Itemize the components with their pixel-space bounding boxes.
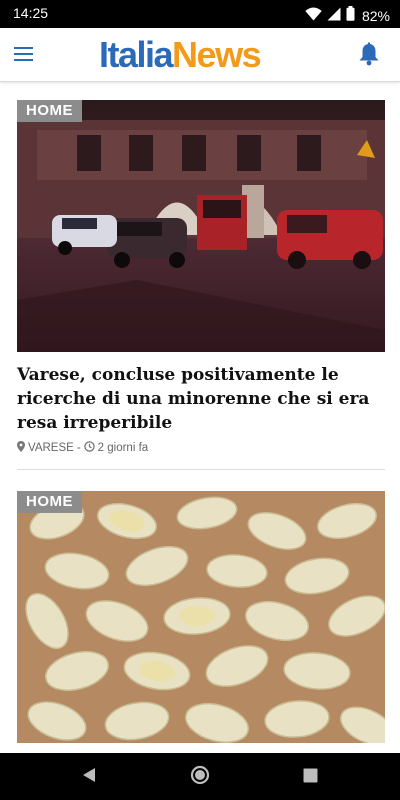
system-nav-bar bbox=[0, 753, 400, 800]
status-icons: 82% bbox=[305, 6, 390, 25]
logo-italia: Italia bbox=[99, 34, 174, 75]
category-badge[interactable]: HOME bbox=[17, 100, 82, 122]
status-bar: 14:25 82% bbox=[0, 0, 400, 28]
bell-icon bbox=[358, 42, 380, 70]
category-badge[interactable]: HOME bbox=[17, 491, 82, 513]
recents-icon bbox=[303, 768, 318, 787]
article-meta: VARESE - 2 giorni fa bbox=[17, 441, 385, 455]
article-title[interactable]: Varese, concluse positivamente le ricerc… bbox=[17, 363, 385, 435]
menu-button[interactable] bbox=[12, 42, 36, 66]
home-icon bbox=[190, 765, 210, 789]
logo-news: News bbox=[172, 34, 262, 75]
app-logo[interactable]: ItaliaNews bbox=[99, 31, 262, 79]
back-icon bbox=[82, 767, 96, 787]
battery-percentage: 82% bbox=[361, 7, 390, 24]
app-header: ItaliaNews bbox=[0, 28, 400, 82]
signal-icon bbox=[327, 6, 341, 25]
wifi-icon bbox=[305, 6, 322, 25]
status-time: 14:25 bbox=[13, 5, 49, 21]
menu-icon bbox=[12, 47, 36, 70]
article-time: 2 giorni fa bbox=[97, 442, 149, 454]
location-pin-icon bbox=[17, 441, 25, 455]
recents-button[interactable] bbox=[297, 764, 323, 790]
news-feed[interactable]: HOME Varese, concluse positivamente le r… bbox=[0, 83, 400, 753]
article-card[interactable]: HOME Varese, concluse positivamente le r… bbox=[17, 100, 385, 455]
home-button[interactable] bbox=[187, 764, 213, 790]
notifications-button[interactable] bbox=[358, 42, 382, 66]
article-image[interactable]: HOME bbox=[17, 491, 385, 743]
article-divider bbox=[17, 469, 385, 470]
clock-icon bbox=[83, 441, 95, 455]
article-location: VARESE bbox=[28, 442, 74, 454]
article-card[interactable]: HOME bbox=[17, 491, 385, 743]
battery-icon bbox=[346, 6, 355, 25]
back-button[interactable] bbox=[76, 764, 102, 790]
article-image[interactable]: HOME bbox=[17, 100, 385, 352]
meta-separator: - bbox=[76, 442, 81, 454]
